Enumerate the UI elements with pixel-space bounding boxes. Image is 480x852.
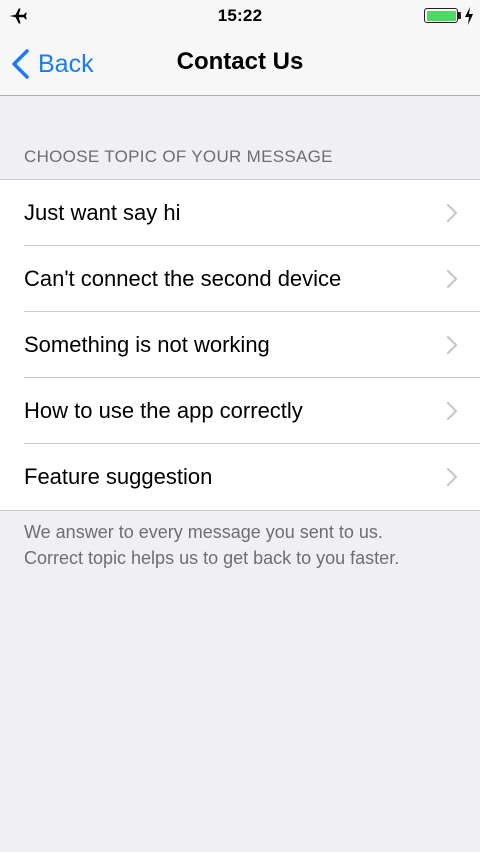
- list-item-label: Just want say hi: [24, 200, 181, 225]
- list-item-label: Can't connect the second device: [24, 266, 342, 291]
- topic-list: Just want say hi Can't connect the secon…: [0, 179, 480, 511]
- footer-line: Correct topic helps us to get back to yo…: [24, 548, 400, 568]
- battery-tip: [458, 12, 461, 19]
- list-item-label: Feature suggestion: [24, 464, 213, 489]
- list-item-label: How to use the app correctly: [24, 398, 303, 423]
- battery-icon: [424, 8, 458, 23]
- list-item-something-not-working[interactable]: Something is not working: [0, 312, 480, 378]
- footer-line: We answer to every message you sent to u…: [24, 522, 383, 542]
- chevron-right-icon: [446, 269, 458, 289]
- section-footer: We answer to every message you sent to u…: [24, 519, 464, 571]
- list-item-feature-suggestion[interactable]: Feature suggestion: [0, 444, 480, 510]
- status-time: 15:22: [217, 6, 263, 25]
- list-item-how-to-use[interactable]: How to use the app correctly: [0, 378, 480, 444]
- chevron-right-icon: [446, 335, 458, 355]
- status-bar: 15:22: [0, 0, 480, 32]
- page-title: Contact Us: [176, 48, 304, 75]
- list-item-cant-connect[interactable]: Can't connect the second device: [0, 246, 480, 312]
- section-header: CHOOSE TOPIC OF YOUR MESSAGE: [24, 147, 333, 166]
- navigation-bar: Back Contact Us: [0, 32, 480, 96]
- chevron-right-icon: [446, 203, 458, 223]
- list-item-just-want-say-hi[interactable]: Just want say hi: [0, 180, 480, 246]
- chevron-right-icon: [446, 401, 458, 421]
- chevron-right-icon: [446, 467, 458, 487]
- list-item-label: Something is not working: [24, 332, 270, 357]
- charging-bolt-icon: [465, 7, 473, 25]
